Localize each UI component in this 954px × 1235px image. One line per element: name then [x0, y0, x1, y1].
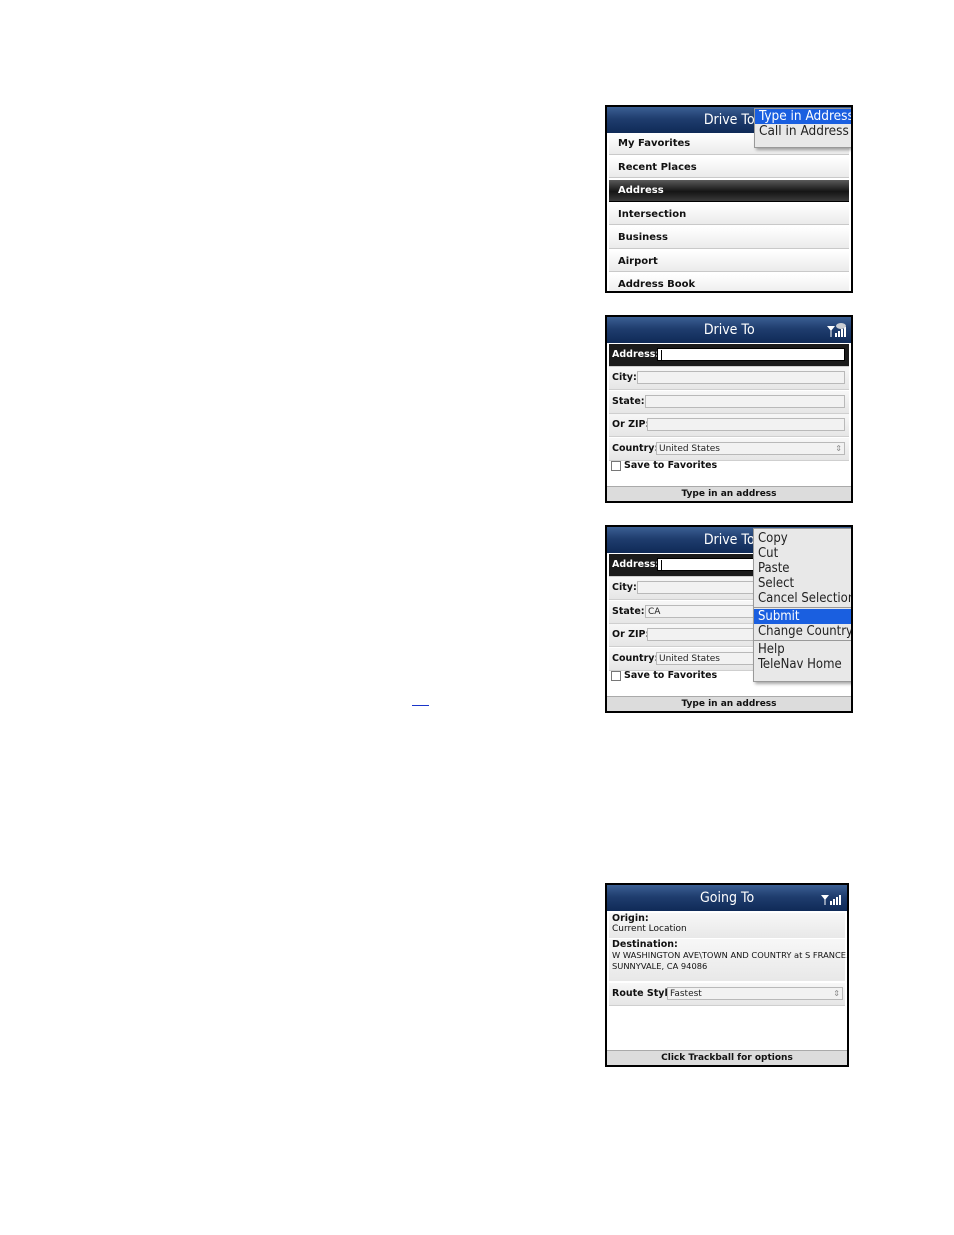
- save-to-favorites[interactable]: Save to Favorites: [611, 670, 717, 681]
- state-row: State:: [609, 391, 849, 414]
- address-label: Address:: [612, 349, 660, 360]
- route-style-select[interactable]: Fastest ⇕: [667, 987, 843, 1000]
- route-style-row: Route Style: Fastest ⇕: [609, 983, 845, 1006]
- zip-input[interactable]: [647, 418, 845, 431]
- list-item-airport[interactable]: Airport: [609, 250, 849, 272]
- screen-title: Drive To: [703, 532, 755, 548]
- menu-item-copy[interactable]: Copy: [754, 531, 851, 546]
- origin-value: Current Location: [612, 924, 687, 934]
- city-label: City:: [612, 372, 637, 383]
- menu-divider: [754, 607, 851, 608]
- route-style-value: Fastest: [670, 989, 702, 999]
- state-input[interactable]: [645, 395, 845, 408]
- status-bar: Type in an address: [607, 696, 851, 711]
- list-item-address-book[interactable]: Address Book: [609, 274, 849, 291]
- list-item-address[interactable]: Address: [609, 180, 849, 202]
- menu-item-change-country[interactable]: Change Country: [754, 624, 851, 639]
- checkbox-icon[interactable]: [611, 460, 621, 471]
- country-value: United States: [659, 444, 720, 454]
- menu-item-cancel-selection[interactable]: Cancel Selection: [754, 591, 851, 606]
- menu-item-paste[interactable]: Paste: [754, 561, 851, 576]
- title-bar: Drive To: [607, 317, 851, 343]
- status-bar: Type in an address: [607, 486, 851, 501]
- menu-item-submit[interactable]: Submit: [754, 609, 851, 624]
- text-cursor: [661, 559, 662, 570]
- origin-label: Origin:: [612, 913, 649, 924]
- screenshot-drive-to-menu: Drive To My Favorites Recent Places Addr…: [605, 105, 853, 293]
- country-value: United States: [659, 654, 720, 664]
- city-label: City:: [612, 582, 637, 593]
- destination-line-2: SUNNYVALE, CA 94086: [612, 961, 708, 971]
- address-label: Address:: [612, 559, 660, 570]
- address-input[interactable]: [657, 348, 845, 361]
- list-item-business[interactable]: Business: [609, 227, 849, 249]
- destination-line-1: W WASHINGTON AVE\TOWN AND COUNTRY at S F…: [612, 950, 849, 960]
- save-to-favorites-label: Save to Favorites: [624, 670, 718, 681]
- destination-label: Destination:: [612, 939, 678, 950]
- country-label: Country:: [612, 653, 659, 664]
- screenshot-going-to: Going To Origin: Current Location Destin…: [605, 883, 849, 1067]
- list-item-recent-places[interactable]: Recent Places: [609, 156, 849, 178]
- zip-row: Or ZIP:: [609, 414, 849, 437]
- zip-label: Or ZIP:: [612, 419, 650, 430]
- country-select[interactable]: United States ⇕: [656, 442, 845, 455]
- state-label: State:: [612, 606, 645, 617]
- screen-title: Drive To: [703, 322, 755, 338]
- title-bar: Going To: [607, 885, 847, 911]
- list-item-intersection[interactable]: Intersection: [609, 203, 849, 225]
- status-bar: Click Trackball for options: [607, 1050, 847, 1065]
- address-row: Address:: [609, 344, 849, 367]
- menu-divider: [754, 640, 851, 641]
- checkbox-icon[interactable]: [611, 670, 621, 681]
- link-underline[interactable]: [412, 705, 429, 706]
- menu-item-type-in-address[interactable]: Type in Address: [755, 109, 851, 124]
- country-row: Country: United States ⇕: [609, 438, 849, 461]
- origin-block: Origin: Current Location: [609, 913, 845, 938]
- state-value: CA: [648, 607, 661, 617]
- menu-item-cut[interactable]: Cut: [754, 546, 851, 561]
- save-to-favorites-label: Save to Favorites: [624, 460, 718, 471]
- address-entry-menu: Type in Address Call in Address: [754, 108, 851, 148]
- state-label: State:: [612, 396, 645, 407]
- destination-block[interactable]: Destination: W WASHINGTON AVE\TOWN AND C…: [609, 939, 849, 981]
- text-cursor: [661, 349, 662, 360]
- menu-item-telenav-home[interactable]: TeleNav Home: [754, 657, 851, 672]
- screenshot-drive-to-form: Drive To Address: City: State: Or ZIP: C…: [605, 315, 853, 503]
- destination-type-list: My Favorites Recent Places Address Inter…: [609, 133, 849, 291]
- screenshot-drive-to-form-menu: Drive To Address: City: State: CA Or ZIP…: [605, 525, 853, 713]
- signal-strength-icon: [821, 895, 841, 905]
- zip-label: Or ZIP:: [612, 629, 650, 640]
- screen-title: Going To: [699, 890, 755, 906]
- menu-item-help[interactable]: Help: [754, 642, 851, 657]
- dropdown-arrow-icon: ⇕: [835, 444, 842, 453]
- dropdown-arrow-icon: ⇕: [833, 989, 840, 998]
- context-menu: Copy Cut Paste Select Cancel Selection S…: [753, 528, 851, 682]
- save-to-favorites[interactable]: Save to Favorites: [611, 460, 717, 471]
- city-row: City:: [609, 367, 849, 390]
- menu-item-call-in-address[interactable]: Call in Address: [755, 124, 851, 139]
- menu-item-select[interactable]: Select: [754, 576, 851, 591]
- signal-strength-icon: [827, 323, 846, 337]
- country-label: Country:: [612, 443, 659, 454]
- screen-title: Drive To: [703, 112, 755, 128]
- city-input[interactable]: [637, 371, 845, 384]
